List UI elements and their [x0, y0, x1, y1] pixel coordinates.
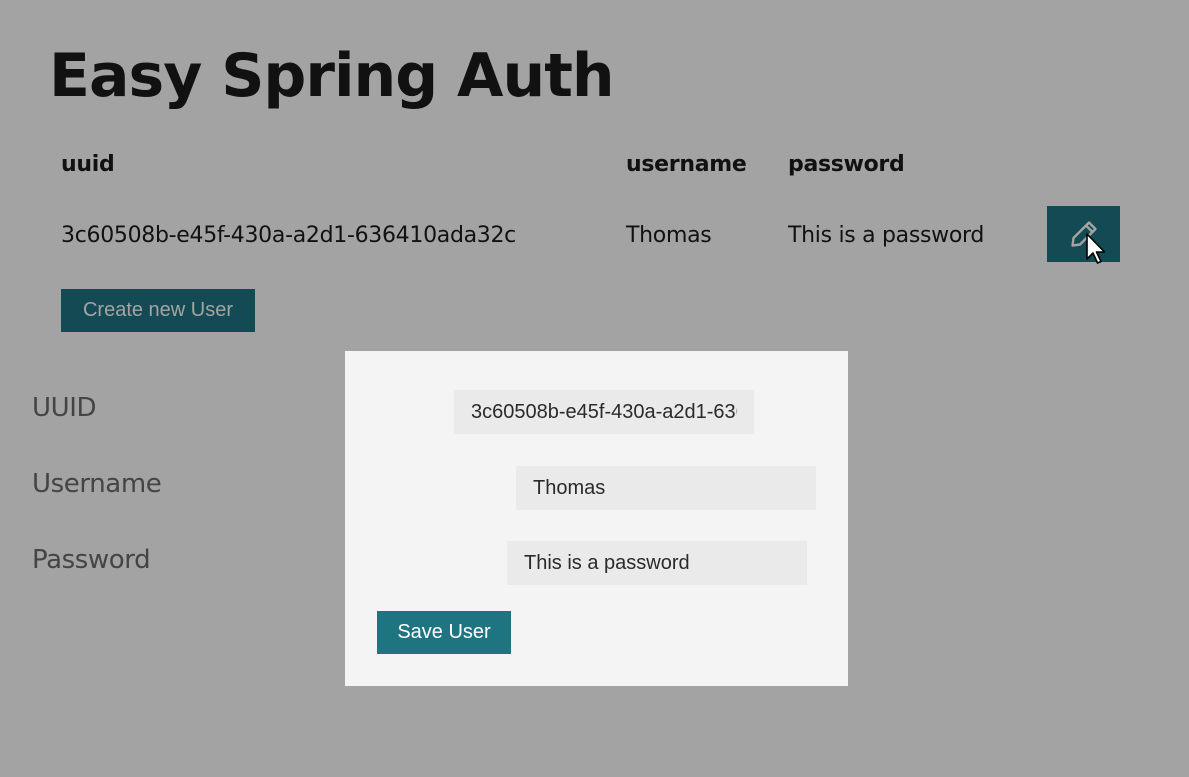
uuid-input[interactable]	[454, 390, 754, 434]
username-input[interactable]	[516, 466, 816, 510]
password-input[interactable]	[507, 541, 807, 585]
uuid-label: UUID	[32, 393, 97, 423]
save-user-button[interactable]: Save User	[377, 611, 511, 654]
password-label: Password	[32, 545, 151, 575]
username-label: Username	[32, 469, 162, 499]
